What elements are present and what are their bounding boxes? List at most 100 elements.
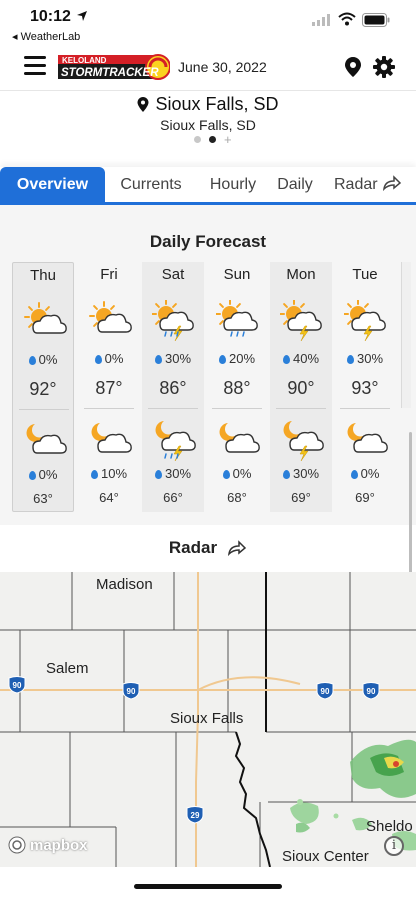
partly-cloudy-night-icon xyxy=(344,418,390,467)
day-night-divider xyxy=(340,408,390,409)
tab-overview[interactable]: Overview xyxy=(0,167,105,202)
day-name: Sun xyxy=(223,266,251,283)
low-temp: 66° xyxy=(163,490,183,505)
partly-cloudy-night-icon xyxy=(88,418,134,467)
night-lightning-icon xyxy=(280,418,326,467)
forecast-day-sat[interactable]: Sat 30% 86° 30% 66° xyxy=(142,262,204,512)
location-pin-small-icon xyxy=(137,97,149,112)
page-indicator[interactable]: + xyxy=(194,133,232,146)
low-temp: 69° xyxy=(291,490,311,505)
forecast-day-thu[interactable]: Thu 0% 92° 0% 63° xyxy=(12,262,74,512)
map-label-salem: Salem xyxy=(46,660,89,677)
share-arrow-icon xyxy=(382,175,402,192)
high-temp: 93° xyxy=(351,378,379,398)
svg-text:90: 90 xyxy=(367,687,376,696)
night-precip: 30% xyxy=(270,466,332,481)
raindrop-icon xyxy=(218,355,226,364)
day-precip: 40% xyxy=(270,351,332,366)
forecast-day-mon[interactable]: Mon 40% 90° 30% 69° xyxy=(270,262,332,512)
header-date: June 30, 2022 xyxy=(178,59,267,75)
tab-radar[interactable]: Radar xyxy=(328,167,408,202)
day-precip: 30% xyxy=(334,351,396,366)
stormtracker-logo[interactable]: KELOLAND STORMTRACKER xyxy=(58,53,170,81)
mapbox-label: mapbox xyxy=(30,836,88,854)
header-divider xyxy=(0,90,416,91)
high-temp: 88° xyxy=(223,378,251,398)
gear-icon[interactable] xyxy=(372,55,396,79)
tab-radar-label: Radar xyxy=(333,176,378,193)
status-bar: 10:12 ◂ WeatherLab xyxy=(0,0,416,48)
radar-title-label: Radar xyxy=(168,538,218,557)
forecast-day-fri[interactable]: Fri 0% 87° 10% 64° xyxy=(78,262,140,512)
logo-top-text: KELOLAND xyxy=(62,56,107,65)
daily-forecast-title: Daily Forecast xyxy=(149,232,267,251)
map-label-madison: Madison xyxy=(96,576,153,593)
interstate-90-shield-icon: 90 xyxy=(122,682,140,700)
signal-icon xyxy=(312,14,330,26)
location-block[interactable]: Sioux Falls, SD Sioux Falls, SD xyxy=(0,94,416,133)
radar-map[interactable]: Madison Salem Sioux Falls Sheldo Sioux C… xyxy=(0,572,416,867)
day-precip: 20% xyxy=(206,351,268,366)
svg-text:90: 90 xyxy=(127,687,136,696)
tab-daily[interactable]: Daily xyxy=(270,167,320,202)
map-info-icon[interactable]: i xyxy=(384,836,404,856)
logo-bottom-text: STORMTRACKER xyxy=(61,67,159,79)
svg-text:29: 29 xyxy=(191,811,200,820)
tab-hourly[interactable]: Hourly xyxy=(200,167,266,202)
wifi-icon xyxy=(338,12,356,26)
day-precip: 30% xyxy=(142,351,204,366)
location-arrow-icon xyxy=(77,11,87,21)
high-temp: 90° xyxy=(287,378,315,398)
raindrop-icon xyxy=(28,471,36,480)
radar-title[interactable]: Radar xyxy=(0,538,416,558)
page-dot-active[interactable] xyxy=(209,136,216,143)
svg-text:90: 90 xyxy=(13,681,22,690)
map-label-sioux-falls: Sioux Falls xyxy=(170,710,244,727)
day-night-divider xyxy=(19,409,69,410)
location-subtitle: Sioux Falls, SD xyxy=(160,117,256,133)
map-label-sheldon: Sheldo xyxy=(366,818,413,835)
interstate-29-shield-icon: 29 xyxy=(186,806,204,824)
night-precip: 0% xyxy=(206,466,268,481)
back-to-app-link[interactable]: ◂ WeatherLab xyxy=(12,30,80,43)
partly-sunny-icon xyxy=(23,301,69,350)
home-indicator[interactable] xyxy=(134,884,282,889)
partly-cloudy-night-icon xyxy=(216,418,262,467)
location-city: Sioux Falls, SD xyxy=(155,94,279,114)
day-night-divider xyxy=(276,408,326,409)
night-precip: 30% xyxy=(142,466,204,481)
app-header: KELOLAND STORMTRACKER June 30, 2022 xyxy=(0,48,416,90)
forecast-day-tue[interactable]: Tue 30% 93° 0% 69° xyxy=(334,262,396,512)
share-arrow-icon[interactable] xyxy=(227,540,247,556)
tab-bar: Overview Currents Hourly Daily Radar xyxy=(0,167,416,205)
next-day-column-partial[interactable] xyxy=(401,262,411,408)
high-temp: 87° xyxy=(95,378,123,398)
night-precip: 10% xyxy=(78,466,140,481)
raindrop-icon xyxy=(28,356,36,365)
day-night-divider xyxy=(84,408,134,409)
tab-currents[interactable]: Currents xyxy=(110,167,192,202)
sun-lightning-icon xyxy=(279,299,326,349)
partly-sunny-icon xyxy=(88,300,134,349)
interstate-90-shield-icon: 90 xyxy=(316,682,334,700)
raindrop-icon xyxy=(222,470,230,479)
location-pin-icon[interactable] xyxy=(344,56,362,78)
mapbox-attribution[interactable]: mapbox xyxy=(8,836,88,854)
sun-thunderstorm-icon xyxy=(151,299,198,349)
add-location-icon[interactable]: + xyxy=(224,133,232,146)
raindrop-icon xyxy=(94,355,102,364)
battery-icon xyxy=(362,13,390,27)
raindrop-icon xyxy=(350,470,358,479)
high-temp: 86° xyxy=(159,378,187,398)
day-night-divider xyxy=(212,408,262,409)
page-dot[interactable] xyxy=(194,136,201,143)
day-name: Sat xyxy=(161,266,185,283)
raindrop-icon xyxy=(154,470,162,479)
low-temp: 63° xyxy=(33,491,53,506)
forecast-day-sun[interactable]: Sun 20% 88° 0% 68° xyxy=(206,262,268,512)
day-precip: 0% xyxy=(13,352,73,367)
map-label-sioux-center: Sioux Center xyxy=(282,848,369,865)
day-name: Fri xyxy=(100,266,118,283)
menu-icon[interactable] xyxy=(24,56,46,78)
night-precip: 0% xyxy=(334,466,396,481)
